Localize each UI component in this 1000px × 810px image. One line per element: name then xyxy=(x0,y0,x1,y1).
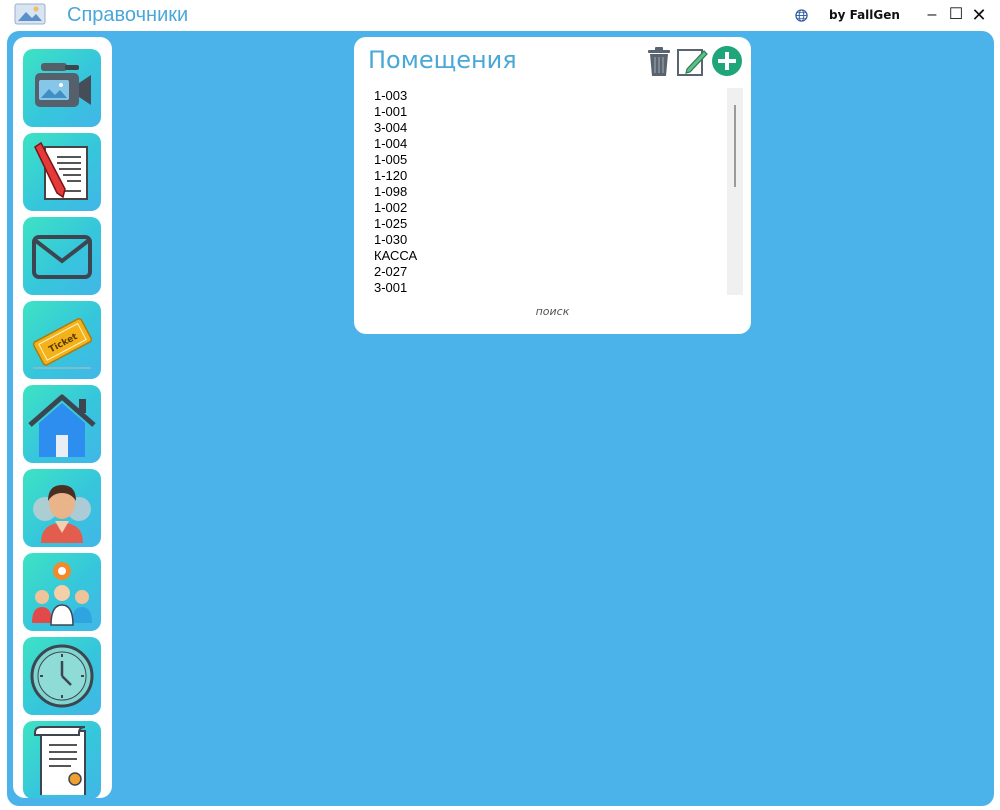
rooms-list[interactable]: 1-003 1-001 3-004 1-004 1-005 1-120 1-098 1-002… xyxy=(374,88,719,295)
list-item[interactable]: 1-003 xyxy=(374,88,719,104)
list-item[interactable]: 1-025 xyxy=(374,216,719,232)
rooms-panel: Помещения 1-003 1-001 3-004 1-004 1-005 1-120… xyxy=(354,37,751,334)
list-item[interactable]: 1-001 xyxy=(374,104,719,120)
scrollbar-thumb[interactable] xyxy=(734,105,736,187)
clock-icon xyxy=(30,644,94,708)
list-item[interactable]: КАССА xyxy=(374,248,719,264)
sidebar-item-schedule[interactable] xyxy=(23,637,101,715)
ticket-icon: Ticket xyxy=(32,318,93,369)
minimize-button[interactable]: – xyxy=(921,4,943,26)
trash-icon[interactable] xyxy=(643,45,675,77)
sidebar-item-rooms[interactable] xyxy=(23,385,101,463)
title-bar: Справочники by FallGen – ☐ ✕ xyxy=(0,0,1000,31)
sidebar-item-persons[interactable] xyxy=(23,469,101,547)
sidebar-item-tickets[interactable]: Ticket xyxy=(23,301,101,379)
sidebar-item-documents[interactable] xyxy=(23,133,101,211)
list-item[interactable]: 1-030 xyxy=(374,232,719,248)
list-item[interactable]: 1-005 xyxy=(374,152,719,168)
sidebar: Ticket xyxy=(13,37,112,798)
maximize-button[interactable]: ☐ xyxy=(945,4,967,26)
sidebar-item-staff[interactable] xyxy=(23,553,101,631)
certificate-scroll-icon xyxy=(34,726,86,795)
video-camera-icon xyxy=(35,63,91,107)
list-item[interactable]: 1-120 xyxy=(374,168,719,184)
list-item[interactable]: 1-004 xyxy=(374,136,719,152)
app-logo-icon xyxy=(14,3,46,25)
list-item[interactable]: 2-027 xyxy=(374,264,719,280)
scrollbar[interactable] xyxy=(727,88,743,295)
list-item[interactable]: 1-002 xyxy=(374,200,719,216)
search-label[interactable]: поиск xyxy=(354,305,751,318)
sidebar-item-video[interactable] xyxy=(23,49,101,127)
author-label: by FallGen xyxy=(829,8,900,22)
house-icon xyxy=(28,394,96,457)
close-button[interactable]: ✕ xyxy=(968,4,990,26)
document-pen-icon xyxy=(34,141,88,200)
edit-icon[interactable] xyxy=(676,45,708,77)
person-icon xyxy=(33,485,91,543)
team-settings-icon xyxy=(32,562,92,626)
sidebar-item-certificates[interactable] xyxy=(23,721,101,798)
panel-title: Помещения xyxy=(368,46,517,74)
list-item[interactable]: 3-001 xyxy=(374,280,719,295)
list-item[interactable]: 1-098 xyxy=(374,184,719,200)
add-icon[interactable] xyxy=(711,45,743,77)
globe-icon[interactable] xyxy=(795,9,808,22)
envelope-icon xyxy=(32,235,92,279)
sidebar-item-mail[interactable] xyxy=(23,217,101,295)
main-area: Ticket Помещения 1-003 1-001 3-004 1-004… xyxy=(7,31,994,806)
window-title: Справочники xyxy=(67,4,189,26)
list-item[interactable]: 3-004 xyxy=(374,120,719,136)
